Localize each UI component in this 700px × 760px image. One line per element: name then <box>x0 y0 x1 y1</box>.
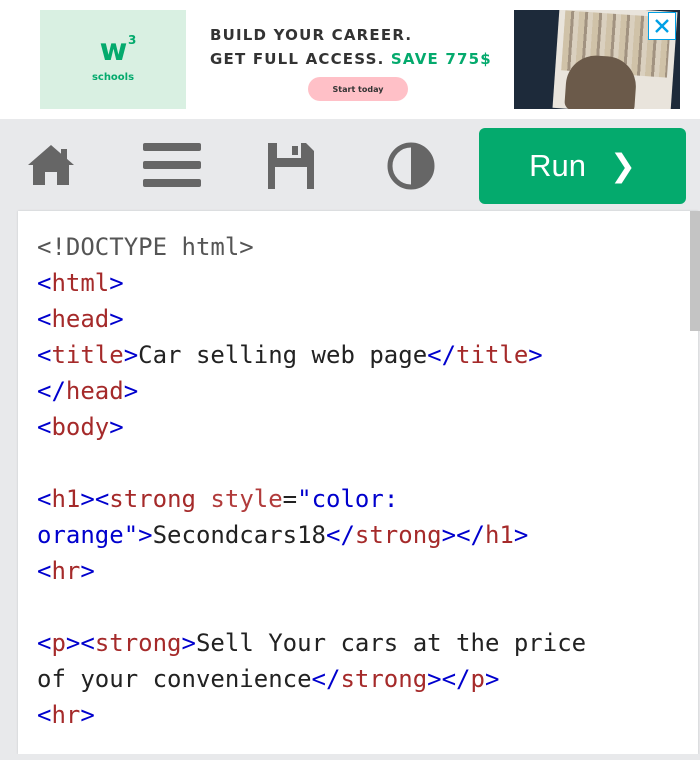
ad-logo[interactable]: w3 schools <box>40 10 186 109</box>
w3schools-logo-mark: w3 <box>99 33 137 68</box>
ad-start-today-button[interactable]: Start today <box>308 77 408 101</box>
editor-scrollbar[interactable] <box>690 211 700 331</box>
code-line: orange">Secondcars18</strong></h1> <box>37 521 529 549</box>
run-button-label: Run <box>529 148 586 183</box>
close-icon[interactable] <box>648 12 676 40</box>
ad-copy: BUILD YOUR CAREER. GET FULL ACCESS. SAVE… <box>186 10 514 109</box>
code-line: <title>Car selling web page</title> <box>37 341 543 369</box>
run-button[interactable]: Run ❯ <box>479 128 686 204</box>
menu-icon[interactable] <box>143 141 201 191</box>
code-line: </head> <box>37 377 139 405</box>
code-line: <html> <box>37 269 124 297</box>
ad-save-offer: SAVE 775$ <box>390 50 492 68</box>
code-line: <hr> <box>37 701 95 729</box>
code-line: <!DOCTYPE html> <box>37 233 254 261</box>
code-line: <hr> <box>37 557 95 585</box>
w3schools-logo-text: schools <box>91 72 135 83</box>
code-line: <h1><strong style="color: <box>37 485 399 513</box>
ad-headline: BUILD YOUR CAREER. GET FULL ACCESS. SAVE… <box>210 23 492 71</box>
code-line: of your convenience</strong></p> <box>37 665 500 693</box>
code-content[interactable]: <!DOCTYPE html> <html> <head> <title>Car se… <box>37 229 687 733</box>
bottom-strip <box>0 754 700 760</box>
ad-headline-line2: GET FULL ACCESS. SAVE 775$ <box>210 50 492 68</box>
home-icon[interactable] <box>26 141 76 191</box>
ad-headline-line1: BUILD YOUR CAREER. <box>210 26 413 44</box>
code-editor[interactable]: <!DOCTYPE html> <html> <head> <title>Car se… <box>18 211 698 754</box>
chevron-right-icon: ❯ <box>609 148 636 183</box>
editor-toolbar: Run ❯ <box>0 119 700 210</box>
code-line: <head> <box>37 305 124 333</box>
save-icon[interactable] <box>266 141 316 191</box>
ad-banner[interactable]: w3 schools BUILD YOUR CAREER. GET FULL A… <box>0 0 700 119</box>
theme-toggle-icon[interactable] <box>386 141 436 191</box>
code-line: <p><strong>Sell Your cars at the price <box>37 629 587 657</box>
code-line: <body> <box>37 413 124 441</box>
